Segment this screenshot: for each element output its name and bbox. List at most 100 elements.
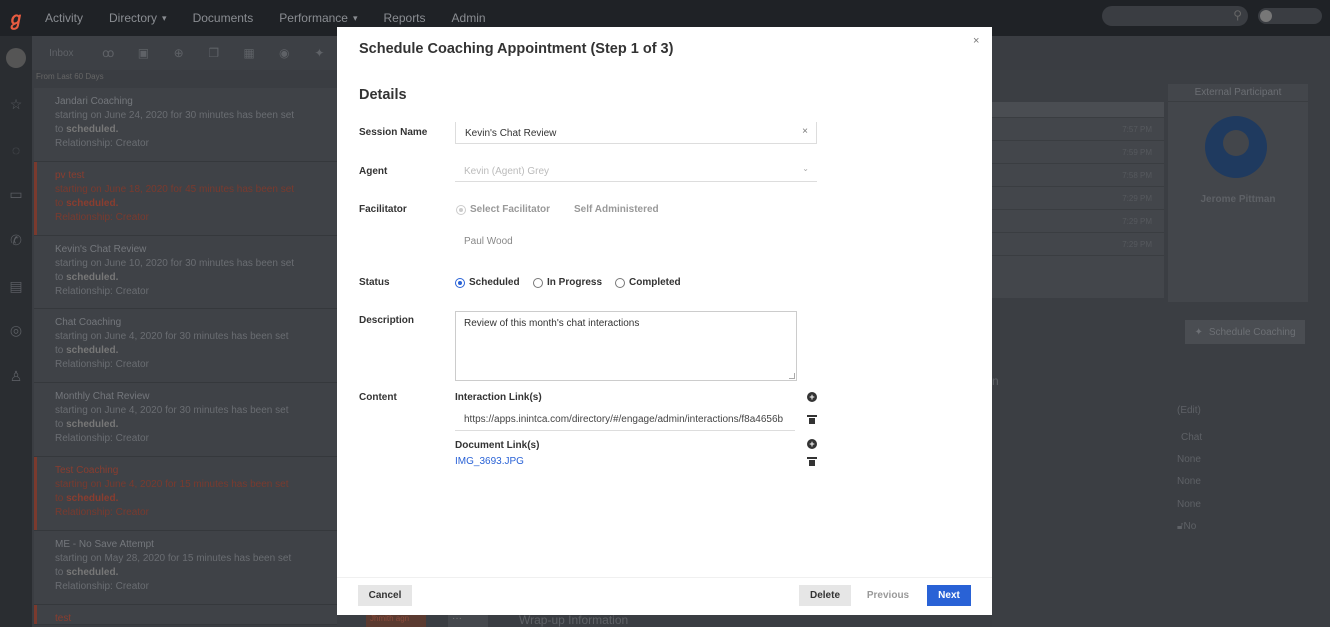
item-relationship: Relationship: Creator bbox=[55, 580, 149, 592]
list-item[interactable]: Monthly Chat Review starting on June 4, … bbox=[34, 383, 337, 457]
list-item[interactable]: Test Coaching starting on June 4, 2020 f… bbox=[34, 456, 337, 531]
interaction-link-input[interactable]: https://apps.inintca.com/directory/#/eng… bbox=[455, 409, 795, 431]
list-item[interactable]: test bbox=[34, 604, 337, 625]
nav-directory[interactable]: Directory ▾ bbox=[96, 11, 180, 25]
external-participant-header: External Participant bbox=[1168, 84, 1308, 102]
item-title: Kevin's Chat Review bbox=[55, 243, 147, 255]
list-item[interactable]: ME - No Save Attempt starting on May 28,… bbox=[34, 530, 337, 605]
item-title: pv test bbox=[55, 169, 85, 181]
next-button[interactable]: Next bbox=[927, 585, 971, 606]
table-row[interactable]: 7:59 PM bbox=[992, 141, 1164, 164]
left-rail: ☆ ◌ ▭ ✆ ▤ ◎ ♙ bbox=[0, 36, 32, 627]
video-icon[interactable]: ▭ bbox=[8, 186, 24, 202]
add-interaction-link-icon[interactable]: + bbox=[807, 392, 817, 402]
session-name-input[interactable]: Kevin's Chat Review × bbox=[455, 122, 817, 144]
external-participant-card: External Participant Jerome Pittman bbox=[1168, 84, 1308, 302]
globe-icon[interactable]: ⊕ bbox=[161, 46, 196, 60]
item-line: starting on May 28, 2020 for 15 minutes … bbox=[55, 552, 292, 564]
item-title: test bbox=[55, 612, 72, 624]
facilitator-input[interactable]: Paul Wood bbox=[455, 230, 655, 252]
description-label: Description bbox=[359, 315, 415, 326]
star-icon[interactable]: ☆ bbox=[8, 96, 24, 112]
facilitator-self-radio[interactable]: Self Administered bbox=[574, 204, 659, 215]
description-textarea[interactable]: Review of this month's chat interactions bbox=[455, 311, 797, 381]
calendar-icon[interactable]: ▦ bbox=[231, 46, 266, 60]
item-title: Chat Coaching bbox=[55, 317, 122, 329]
status-toggle[interactable] bbox=[1258, 8, 1322, 24]
agent-select[interactable]: Kevin (Agent) Grey ⌄ bbox=[455, 160, 817, 182]
item-status-line: to scheduled. bbox=[55, 197, 119, 209]
schedule-coaching-button[interactable]: ✦ Schedule Coaching bbox=[1185, 320, 1305, 344]
nav-documents[interactable]: Documents bbox=[180, 11, 267, 25]
status-completed-radio[interactable]: Completed bbox=[615, 277, 681, 288]
item-status-line: to scheduled. bbox=[55, 124, 119, 135]
table-row[interactable]: 7:29 PM bbox=[992, 233, 1164, 256]
avatar bbox=[1205, 116, 1267, 178]
cancel-button[interactable]: Cancel bbox=[358, 585, 412, 606]
previous-button[interactable]: Previous bbox=[860, 585, 916, 606]
item-line: starting on June 18, 2020 for 45 minutes… bbox=[55, 183, 295, 195]
nav-admin[interactable]: Admin bbox=[439, 11, 499, 25]
coaching-icon[interactable]: ✦ bbox=[302, 46, 337, 60]
table-row[interactable]: 7:29 PM bbox=[992, 187, 1164, 210]
detail-value: None bbox=[1177, 454, 1201, 465]
search-input[interactable]: ⚲ bbox=[1102, 6, 1248, 26]
session-name-label: Session Name bbox=[359, 127, 428, 138]
nav-activity[interactable]: Activity bbox=[32, 11, 96, 25]
schedule-coaching-modal: Schedule Coaching Appointment (Step 1 of… bbox=[337, 27, 992, 615]
facilitator-label: Facilitator bbox=[359, 204, 407, 215]
wrapup-heading: Wrap-up Information bbox=[519, 613, 629, 627]
peek-bar: Jhmith agn bbox=[366, 614, 426, 627]
nav-reports[interactable]: Reports bbox=[371, 11, 439, 25]
coaching-icon: ✦ bbox=[1194, 326, 1203, 338]
list-item[interactable]: Kevin's Chat Review starting on June 10,… bbox=[34, 235, 337, 310]
phone-icon[interactable]: ✆ bbox=[8, 232, 24, 248]
tab-inbox[interactable]: Inbox bbox=[32, 48, 91, 59]
modal-title: Schedule Coaching Appointment (Step 1 of… bbox=[359, 41, 674, 57]
avatar[interactable] bbox=[6, 48, 26, 68]
voicemail-icon[interactable]: ꝏ bbox=[91, 46, 126, 60]
globe-icon[interactable]: ◎ bbox=[8, 322, 24, 338]
delete-button[interactable]: Delete bbox=[799, 585, 851, 606]
edit-link[interactable]: (Edit) bbox=[1177, 405, 1201, 416]
detail-value: Chat bbox=[1181, 432, 1203, 443]
chevron-down-icon: ⌄ bbox=[802, 164, 809, 173]
item-title: Jandari Coaching bbox=[55, 96, 133, 107]
resize-handle-icon[interactable] bbox=[789, 373, 795, 379]
table-row[interactable]: 7:29 PM bbox=[992, 210, 1164, 233]
radio-dot bbox=[456, 204, 466, 215]
documents-icon[interactable]: ❐ bbox=[196, 46, 231, 60]
facilitator-select-radio[interactable]: Select Facilitator bbox=[456, 204, 550, 215]
delete-document-link-icon[interactable] bbox=[807, 457, 817, 466]
add-document-link-icon[interactable]: + bbox=[807, 439, 817, 449]
item-title: Monthly Chat Review bbox=[55, 391, 150, 403]
eye-icon[interactable]: ◉ bbox=[267, 46, 302, 60]
item-status-line: to scheduled. bbox=[55, 419, 119, 431]
list-item[interactable]: Chat Coaching starting on June 4, 2020 f… bbox=[34, 309, 337, 384]
more-options-icon[interactable]: ··· bbox=[448, 614, 488, 627]
chat-icon[interactable]: ◌ bbox=[8, 142, 24, 158]
status-in-progress-radio[interactable]: In Progress bbox=[533, 277, 602, 288]
section-heading: Details bbox=[359, 87, 407, 103]
list-item[interactable]: Jandari Coaching starting on June 24, 20… bbox=[34, 88, 337, 162]
clear-icon[interactable]: × bbox=[802, 126, 808, 137]
user-add-icon[interactable]: ♙ bbox=[8, 368, 24, 384]
interaction-links-label: Interaction Link(s) bbox=[455, 392, 542, 403]
inbox-icon[interactable]: ▤ bbox=[8, 278, 24, 294]
inbox-toolbar: Inbox ꝏ ▣ ⊕ ❐ ▦ ◉ ✦ bbox=[32, 36, 337, 70]
item-relationship: Relationship: Creator bbox=[55, 285, 149, 297]
table-row[interactable]: 7:58 PM bbox=[992, 164, 1164, 187]
status-scheduled-radio[interactable]: Scheduled bbox=[455, 277, 520, 288]
list-item[interactable]: pv test starting on June 18, 2020 for 45… bbox=[34, 161, 337, 236]
app-logo-icon[interactable]: ℊ bbox=[0, 0, 32, 36]
chevron-down-icon: ▾ bbox=[352, 12, 358, 23]
lock-icon[interactable]: ▣ bbox=[126, 46, 161, 60]
close-icon[interactable]: × bbox=[973, 35, 979, 47]
nav-performance[interactable]: Performance ▾ bbox=[266, 11, 370, 25]
document-link[interactable]: IMG_3693.JPG bbox=[455, 456, 524, 467]
table-row[interactable]: 7:57 PM bbox=[992, 118, 1164, 141]
delete-interaction-link-icon[interactable] bbox=[807, 415, 817, 424]
table-header bbox=[992, 102, 1164, 118]
item-line: starting on June 4, 2020 for 30 minutes … bbox=[55, 405, 289, 417]
item-relationship: Relationship: Creator bbox=[55, 211, 149, 223]
